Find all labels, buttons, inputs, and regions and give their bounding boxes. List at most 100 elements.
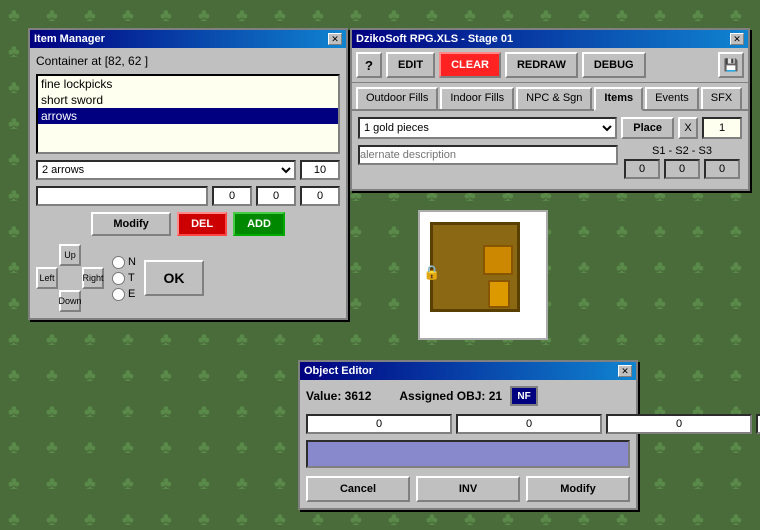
club-symbol: ♣: [236, 401, 248, 422]
club-symbol: ♣: [46, 5, 58, 26]
dir-left-button[interactable]: Left: [36, 267, 58, 289]
club-symbol: ♣: [578, 329, 590, 350]
club-symbol: ♣: [426, 5, 438, 26]
club-symbol: ♣: [198, 401, 210, 422]
club-symbol: ♣: [46, 437, 58, 458]
tab-sfx[interactable]: SFX: [701, 87, 742, 109]
club-symbol: ♣: [654, 221, 666, 242]
club-symbol: ♣: [616, 257, 628, 278]
save-button[interactable]: 💾: [718, 52, 744, 78]
s3-field[interactable]: [704, 159, 740, 179]
edit-button[interactable]: EDIT: [386, 52, 435, 78]
room-object-1: [483, 245, 513, 275]
club-symbol: ♣: [654, 329, 666, 350]
club-symbol: ♣: [274, 329, 286, 350]
rpg-titlebar: DzikoSoft RPG.XLS - Stage 01 ✕: [352, 30, 748, 48]
tab-outdoor-fills[interactable]: Outdoor Fills: [356, 87, 438, 109]
club-symbol: ♣: [8, 41, 20, 62]
items-dropdown[interactable]: 1 gold pieces: [358, 117, 617, 139]
quantity-field[interactable]: [300, 160, 340, 180]
cancel-button[interactable]: Cancel: [306, 476, 410, 502]
club-symbol: ♣: [350, 5, 362, 26]
help-button[interactable]: ?: [356, 52, 382, 78]
object-editor-close[interactable]: ✕: [618, 365, 632, 377]
radio-e[interactable]: E: [112, 288, 136, 301]
dir-right-button[interactable]: Right: [82, 267, 104, 289]
clear-button[interactable]: CLEAR: [439, 52, 501, 78]
x-button[interactable]: X: [678, 117, 698, 139]
club-symbol: ♣: [692, 5, 704, 26]
club-symbol: ♣: [350, 221, 362, 242]
club-symbol: ♣: [616, 329, 628, 350]
club-symbol: ♣: [122, 437, 134, 458]
club-symbol: ♣: [8, 257, 20, 278]
dir-down-button[interactable]: Down: [59, 290, 81, 312]
debug-button[interactable]: DEBUG: [582, 52, 646, 78]
num-field-1[interactable]: [212, 186, 252, 206]
num-field-2[interactable]: [256, 186, 296, 206]
club-symbol: ♣: [730, 221, 742, 242]
obj-field-2[interactable]: [456, 414, 602, 434]
club-symbol: ♣: [122, 365, 134, 386]
club-symbol: ♣: [654, 365, 666, 386]
obj-field-3[interactable]: [606, 414, 752, 434]
dir-center: [59, 267, 81, 289]
dir-empty-bl: [36, 290, 58, 312]
club-symbol: ♣: [578, 293, 590, 314]
s2-field[interactable]: [664, 159, 700, 179]
ok-button[interactable]: OK: [144, 260, 204, 296]
club-symbol: ♣: [236, 365, 248, 386]
tab-npc-sgn[interactable]: NPC & Sgn: [516, 87, 592, 109]
list-item[interactable]: short sword: [38, 92, 338, 108]
radio-t[interactable]: T: [112, 272, 136, 285]
obj-modify-button[interactable]: Modify: [526, 476, 630, 502]
num-field-3[interactable]: [300, 186, 340, 206]
alt-desc-field[interactable]: [358, 145, 618, 165]
club-symbol: ♣: [8, 293, 20, 314]
list-item[interactable]: fine lockpicks: [38, 76, 338, 92]
rpg-close[interactable]: ✕: [730, 33, 744, 45]
room-floor: [430, 222, 520, 312]
club-symbol: ♣: [388, 293, 400, 314]
item-manager-close[interactable]: ✕: [328, 33, 342, 45]
modify-button[interactable]: Modify: [91, 212, 171, 236]
club-symbol: ♣: [388, 5, 400, 26]
rpg-title: DzikoSoft RPG.XLS - Stage 01: [356, 33, 513, 45]
club-symbol: ♣: [160, 401, 172, 422]
place-button[interactable]: Place: [621, 117, 674, 139]
club-symbol: ♣: [654, 437, 666, 458]
inv-button[interactable]: INV: [416, 476, 520, 502]
club-symbol: ♣: [692, 329, 704, 350]
nf-button[interactable]: NF: [510, 386, 538, 406]
items-number-field[interactable]: [702, 117, 742, 139]
del-button[interactable]: DEL: [177, 212, 227, 236]
club-symbol: ♣: [122, 329, 134, 350]
container-label: Container at [82, 62 ]: [36, 54, 340, 68]
dir-up-button[interactable]: Up: [59, 244, 81, 266]
rpg-window: DzikoSoft RPG.XLS - Stage 01 ✕ ? EDIT CL…: [350, 28, 750, 191]
obj-field-4[interactable]: [756, 414, 760, 434]
club-symbol: ♣: [692, 293, 704, 314]
club-symbol: ♣: [236, 437, 248, 458]
club-symbol: ♣: [8, 5, 20, 26]
club-symbol: ♣: [46, 365, 58, 386]
obj-field-1[interactable]: [306, 414, 452, 434]
club-symbol: ♣: [160, 365, 172, 386]
tab-items[interactable]: Items: [594, 87, 643, 111]
club-symbol: ♣: [274, 365, 286, 386]
club-symbol: ♣: [274, 5, 286, 26]
add-button[interactable]: ADD: [233, 212, 285, 236]
club-symbol: ♣: [236, 473, 248, 494]
s1-field[interactable]: [624, 159, 660, 179]
item-dropdown[interactable]: 2 arrows: [36, 160, 296, 180]
club-symbol: ♣: [46, 329, 58, 350]
redraw-button[interactable]: REDRAW: [505, 52, 578, 78]
tab-indoor-fills[interactable]: Indoor Fills: [440, 87, 514, 109]
club-symbol: ♣: [388, 257, 400, 278]
text-field-1[interactable]: [36, 186, 208, 206]
list-item-selected[interactable]: arrows: [38, 108, 338, 124]
radio-n[interactable]: N: [112, 256, 136, 269]
tab-events[interactable]: Events: [645, 87, 699, 109]
club-symbol: ♣: [654, 5, 666, 26]
item-list[interactable]: fine lockpicks short sword arrows: [36, 74, 340, 154]
